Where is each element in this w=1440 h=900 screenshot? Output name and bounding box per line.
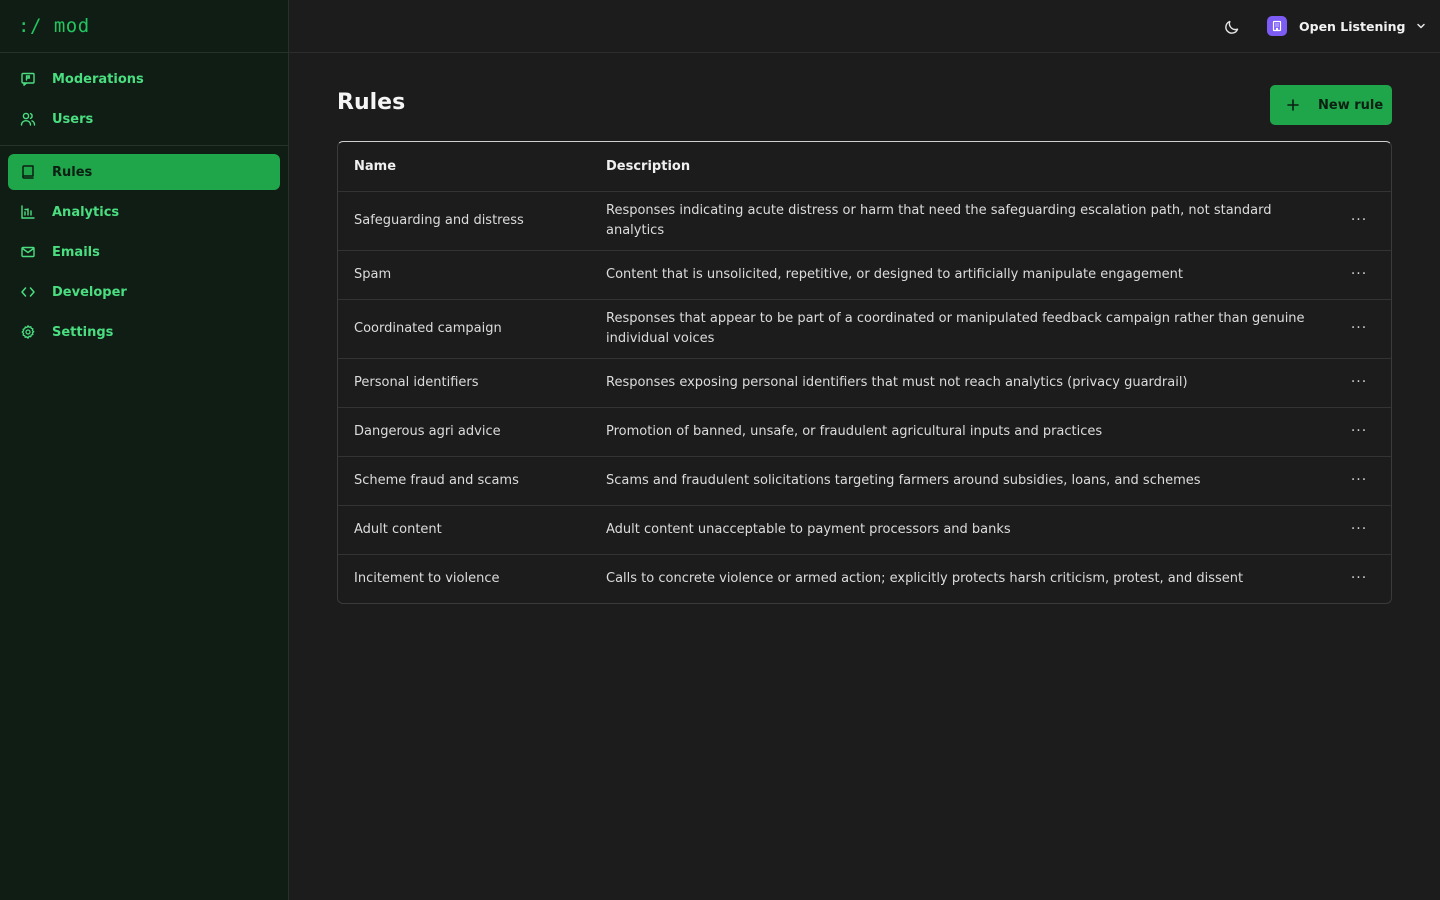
column-header-actions <box>1327 142 1391 192</box>
app-logo[interactable]: :/ mod <box>0 0 288 53</box>
more-horizontal-icon[interactable]: ··· <box>1349 568 1369 588</box>
table-row[interactable]: Personal identifiers Responses exposing … <box>338 358 1391 408</box>
sidebar-primary-nav: Moderations Users <box>0 53 288 146</box>
sidebar-item-label: Analytics <box>52 204 120 220</box>
sidebar-item-developer[interactable]: Developer <box>8 274 280 310</box>
table-header-row: Name Description <box>338 142 1391 192</box>
sidebar-item-users[interactable]: Users <box>8 101 280 137</box>
rule-description: Calls to concrete violence or armed acti… <box>606 570 1244 586</box>
more-horizontal-icon[interactable]: ··· <box>1349 318 1369 338</box>
plus-icon <box>1286 98 1300 112</box>
theme-toggle-button[interactable] <box>1222 17 1242 37</box>
rule-description: Adult content unacceptable to payment pr… <box>590 505 1327 555</box>
more-horizontal-icon[interactable]: ··· <box>1349 210 1369 230</box>
rule-name: Personal identifiers <box>338 358 590 408</box>
code-icon <box>20 284 36 300</box>
gear-icon <box>20 324 36 340</box>
rule-name: Spam <box>338 250 590 300</box>
more-horizontal-icon[interactable]: ··· <box>1349 372 1369 392</box>
rule-name: Scheme fraud and scams <box>338 456 590 506</box>
rule-description: Content that is unsolicited, repetitive,… <box>590 250 1327 300</box>
rule-description: Responses exposing personal identifiers … <box>590 358 1327 408</box>
message-flag-icon <box>20 71 36 87</box>
moon-icon <box>1222 20 1242 41</box>
topbar: Open Listening <box>289 0 1440 53</box>
sidebar-item-label: Rules <box>52 164 93 180</box>
new-rule-button[interactable]: New rule <box>1270 85 1392 125</box>
column-header-name[interactable]: Name <box>338 142 590 192</box>
chart-icon <box>20 204 36 220</box>
sidebar: :/ mod Moderations Users Rules Analytics… <box>0 0 289 900</box>
rules-table: Name Description Safeguarding and distre… <box>337 141 1392 604</box>
table-row[interactable]: Scheme fraud and scams Scams and fraudul… <box>338 456 1391 506</box>
rule-name: Safeguarding and distress <box>338 191 590 251</box>
org-switcher[interactable]: Open Listening <box>1267 14 1427 38</box>
sidebar-item-emails[interactable]: Emails <box>8 234 280 270</box>
rule-name: Coordinated campaign <box>338 299 590 359</box>
rule-description: Scams and fraudulent solicitations targe… <box>590 456 1327 506</box>
sidebar-item-label: Settings <box>52 324 114 340</box>
table-row[interactable]: Incitement to violence Calls to concrete… <box>338 554 1391 603</box>
sidebar-item-rules[interactable]: Rules <box>8 154 280 190</box>
more-horizontal-icon[interactable]: ··· <box>1349 519 1369 539</box>
chevron-down-icon <box>1415 17 1427 36</box>
rule-description: Responses indicating acute distress or h… <box>590 191 1327 251</box>
more-horizontal-icon[interactable]: ··· <box>1349 421 1369 441</box>
mail-icon <box>20 244 36 260</box>
table-row[interactable]: Safeguarding and distress Responses indi… <box>338 191 1391 251</box>
org-name: Open Listening <box>1299 18 1406 34</box>
sidebar-secondary-nav: Rules Analytics Emails Developer Setting… <box>0 146 288 358</box>
rule-description: Responses that appear to be part of a co… <box>590 299 1327 359</box>
sidebar-item-analytics[interactable]: Analytics <box>8 194 280 230</box>
table-row[interactable]: Coordinated campaign Responses that appe… <box>338 299 1391 359</box>
more-horizontal-icon[interactable]: ··· <box>1349 470 1369 490</box>
rule-description: Promotion of banned, unsafe, or fraudule… <box>590 407 1327 457</box>
table-row[interactable]: Adult content Adult content unacceptable… <box>338 505 1391 555</box>
rule-name: Incitement to violence <box>354 570 500 586</box>
table-row[interactable]: Spam Content that is unsolicited, repeti… <box>338 250 1391 300</box>
column-header-description[interactable]: Description <box>590 142 1327 192</box>
rule-name: Adult content <box>338 505 590 555</box>
book-icon <box>20 164 36 180</box>
users-icon <box>20 111 36 127</box>
sidebar-item-settings[interactable]: Settings <box>8 314 280 350</box>
sidebar-item-moderations[interactable]: Moderations <box>8 61 280 97</box>
more-horizontal-icon[interactable]: ··· <box>1349 264 1369 284</box>
rule-name: Dangerous agri advice <box>338 407 590 457</box>
sidebar-item-label: Users <box>52 111 94 127</box>
sidebar-item-label: Emails <box>52 244 100 260</box>
table-row[interactable]: Dangerous agri advice Promotion of banne… <box>338 407 1391 457</box>
new-rule-label: New rule <box>1318 97 1384 113</box>
page-title: Rules <box>337 90 406 115</box>
sidebar-item-label: Moderations <box>52 71 144 87</box>
sidebar-item-label: Developer <box>52 284 127 300</box>
building-icon <box>1267 16 1287 36</box>
